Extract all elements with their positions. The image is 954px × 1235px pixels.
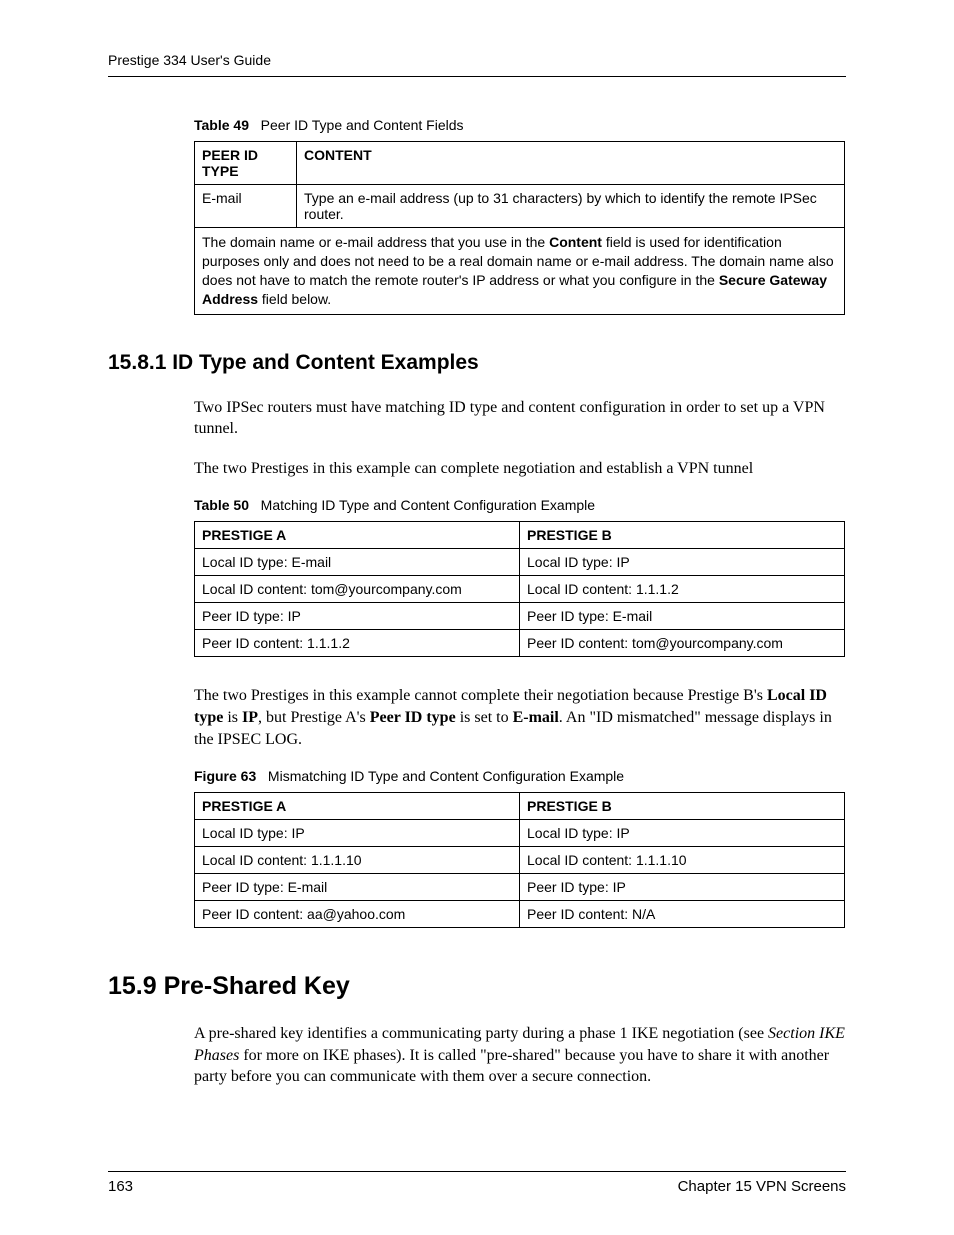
section-heading: 15.9 Pre-Shared Key <box>108 972 846 1001</box>
footnote-bold: Content <box>549 234 602 250</box>
table-header-row: PRESTIGE A PRESTIGE B <box>195 522 845 549</box>
para-bold: Peer ID type <box>370 709 456 726</box>
footnote-text: field below. <box>258 291 331 307</box>
table49-footnote: The domain name or e-mail address that y… <box>195 228 845 315</box>
table-row: E-mail Type an e-mail address (up to 31 … <box>195 185 845 228</box>
cell: Peer ID type: IP <box>195 603 520 630</box>
table49-label: Table 49 <box>194 117 249 133</box>
table49-caption: Table 49 Peer ID Type and Content Fields <box>194 117 846 133</box>
mismatch-paragraph: The two Prestiges in this example cannot… <box>194 685 846 750</box>
para-text: The two Prestiges in this example cannot… <box>194 687 767 704</box>
header-title: Prestige 334 User's Guide <box>108 52 271 68</box>
cell: Local ID content: 1.1.1.10 <box>520 847 845 874</box>
table-row: The domain name or e-mail address that y… <box>195 228 845 315</box>
cell: Local ID type: IP <box>520 820 845 847</box>
table50-caption-text: Matching ID Type and Content Configurati… <box>261 497 595 513</box>
table-row: Peer ID content: aa@yahoo.com Peer ID co… <box>195 901 845 928</box>
table49-header-col1: PEER ID TYPE <box>195 142 297 185</box>
cell: Peer ID content: tom@yourcompany.com <box>520 630 845 657</box>
table50-header-a: PRESTIGE A <box>195 522 520 549</box>
cell: Peer ID content: N/A <box>520 901 845 928</box>
cell: Local ID content: 1.1.1.10 <box>195 847 520 874</box>
para-bold: IP <box>242 709 258 726</box>
subsection-heading: 15.8.1 ID Type and Content Examples <box>108 351 846 375</box>
cell: Local ID type: IP <box>195 820 520 847</box>
cell: Peer ID type: IP <box>520 874 845 901</box>
body-paragraph: The two Prestiges in this example can co… <box>194 458 846 480</box>
page-header: Prestige 334 User's Guide <box>108 52 846 77</box>
footnote-text: The domain name or e-mail address that y… <box>202 234 549 250</box>
table50: PRESTIGE A PRESTIGE B Local ID type: E-m… <box>194 521 845 657</box>
table50-caption: Table 50 Matching ID Type and Content Co… <box>194 497 846 513</box>
figure63-table: PRESTIGE A PRESTIGE B Local ID type: IP … <box>194 792 845 928</box>
cell: Peer ID content: aa@yahoo.com <box>195 901 520 928</box>
table-header-row: PEER ID TYPE CONTENT <box>195 142 845 185</box>
table-row: Peer ID type: E-mail Peer ID type: IP <box>195 874 845 901</box>
cell: Local ID type: E-mail <box>195 549 520 576</box>
body-paragraph: Two IPSec routers must have matching ID … <box>194 397 846 440</box>
figure63-label: Figure 63 <box>194 768 256 784</box>
table-row: Peer ID content: 1.1.1.2 Peer ID content… <box>195 630 845 657</box>
table50-header-b: PRESTIGE B <box>520 522 845 549</box>
table49-caption-text: Peer ID Type and Content Fields <box>261 117 464 133</box>
table-row: Local ID content: tom@yourcompany.com Lo… <box>195 576 845 603</box>
para-text: is <box>223 709 242 726</box>
cell: Local ID content: tom@yourcompany.com <box>195 576 520 603</box>
cell: Local ID type: IP <box>520 549 845 576</box>
para-text: for more on IKE phases). It is called "p… <box>194 1047 829 1086</box>
para-text: , but Prestige A's <box>258 709 370 726</box>
figure63-header-a: PRESTIGE A <box>195 793 520 820</box>
cell: Peer ID type: E-mail <box>520 603 845 630</box>
table-row: Peer ID type: IP Peer ID type: E-mail <box>195 603 845 630</box>
table-row: Local ID type: E-mail Local ID type: IP <box>195 549 845 576</box>
table-header-row: PRESTIGE A PRESTIGE B <box>195 793 845 820</box>
cell: Peer ID type: E-mail <box>195 874 520 901</box>
page-footer: 163 Chapter 15 VPN Screens <box>108 1171 846 1195</box>
cell: Local ID content: 1.1.1.2 <box>520 576 845 603</box>
para-bold: E-mail <box>513 709 559 726</box>
table49-row1-col2: Type an e-mail address (up to 31 charact… <box>297 185 845 228</box>
para-text: A pre-shared key identifies a communicat… <box>194 1025 768 1042</box>
figure63-caption: Figure 63 Mismatching ID Type and Conten… <box>194 768 846 784</box>
table50-label: Table 50 <box>194 497 249 513</box>
table49: PEER ID TYPE CONTENT E-mail Type an e-ma… <box>194 141 845 315</box>
table49-header-col2: CONTENT <box>297 142 845 185</box>
table49-row1-col1: E-mail <box>195 185 297 228</box>
cell: Peer ID content: 1.1.1.2 <box>195 630 520 657</box>
figure63-caption-text: Mismatching ID Type and Content Configur… <box>268 768 624 784</box>
preshared-paragraph: A pre-shared key identifies a communicat… <box>194 1023 846 1088</box>
figure63-header-b: PRESTIGE B <box>520 793 845 820</box>
table-row: Local ID content: 1.1.1.10 Local ID cont… <box>195 847 845 874</box>
page-number: 163 <box>108 1178 133 1195</box>
chapter-label: Chapter 15 VPN Screens <box>678 1178 846 1195</box>
table-row: Local ID type: IP Local ID type: IP <box>195 820 845 847</box>
para-text: is set to <box>456 709 513 726</box>
